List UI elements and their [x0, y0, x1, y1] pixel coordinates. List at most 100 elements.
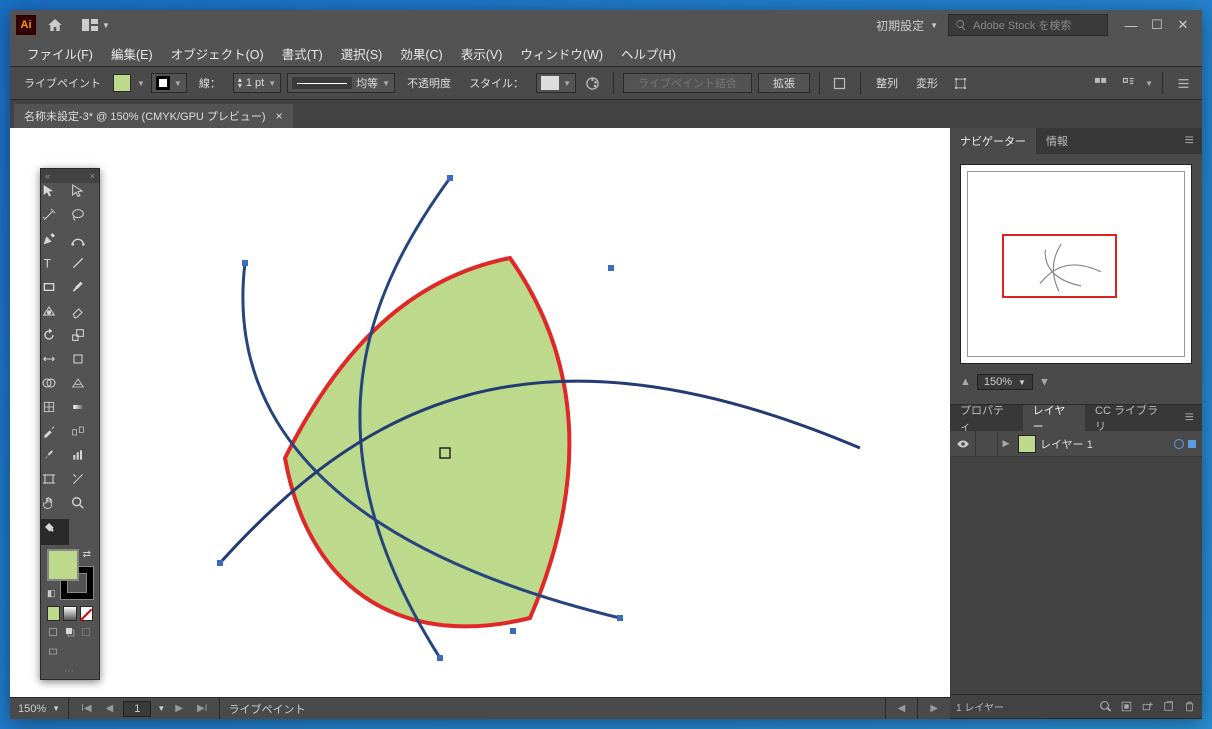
tab-info[interactable]: 情報: [1036, 128, 1078, 154]
expand-layer-icon[interactable]: ▶: [998, 438, 1014, 449]
mesh-tool[interactable]: [41, 399, 69, 423]
maximize-button[interactable]: ☐: [1144, 14, 1170, 36]
eyedropper-tool[interactable]: [41, 423, 69, 447]
align-label[interactable]: 整列: [870, 73, 904, 93]
screen-mode-icon[interactable]: [47, 646, 63, 662]
stroke-profile[interactable]: 均等▼: [287, 73, 395, 93]
document-tab[interactable]: 名称未設定-3* @ 150% (CMYK/GPU プレビュー) ×: [14, 104, 293, 128]
transform-label[interactable]: 変形: [910, 73, 944, 93]
fill-color[interactable]: [47, 549, 79, 581]
transform-icon[interactable]: [950, 72, 972, 94]
paintbrush-tool[interactable]: [70, 279, 98, 303]
draw-inside-icon[interactable]: [80, 626, 93, 642]
last-artboard-icon[interactable]: ▶I: [193, 703, 211, 714]
minimize-button[interactable]: —: [1118, 14, 1144, 36]
direct-selection-tool[interactable]: [70, 183, 98, 207]
new-sublayer-icon[interactable]: [1141, 700, 1154, 713]
stroke-swatch[interactable]: ▼: [151, 73, 187, 93]
shaper-tool[interactable]: [41, 303, 69, 327]
color-mode-gradient[interactable]: [63, 606, 76, 621]
selection-tool[interactable]: [41, 183, 69, 207]
magic-wand-tool[interactable]: [41, 207, 69, 231]
recolor-icon[interactable]: [582, 72, 604, 94]
live-paint-bucket-tool[interactable]: [41, 519, 69, 545]
navigator-menu-icon[interactable]: ≡: [1177, 132, 1202, 150]
stock-search[interactable]: Adobe Stock を検索: [948, 14, 1108, 36]
scroll-left-icon[interactable]: ◀: [894, 703, 910, 714]
merge-button[interactable]: ライブペイント結合: [623, 73, 752, 93]
scroll-right-icon[interactable]: ▶: [926, 703, 942, 714]
navigator-zoom[interactable]: 150%▼: [977, 374, 1033, 390]
isolate-icon[interactable]: [829, 72, 851, 94]
style-selector[interactable]: ▼: [536, 73, 576, 93]
canvas[interactable]: «× T: [10, 128, 950, 697]
color-mode-none[interactable]: [80, 606, 93, 621]
prev-artboard-icon[interactable]: ◀: [102, 703, 118, 714]
layer-row[interactable]: ▶ レイヤー 1: [950, 431, 1202, 457]
blend-tool[interactable]: [70, 423, 98, 447]
column-graph-tool[interactable]: [70, 447, 98, 471]
stroke-weight-input[interactable]: ▴▾1 pt▼: [233, 73, 281, 93]
gradient-tool[interactable]: [70, 399, 98, 423]
visibility-toggle-icon[interactable]: [950, 431, 976, 456]
tab-navigator[interactable]: ナビゲーター: [950, 128, 1036, 154]
close-button[interactable]: ✕: [1170, 14, 1196, 36]
eraser-tool[interactable]: [70, 303, 98, 327]
menu-object[interactable]: オブジェクト(O): [162, 40, 273, 67]
close-tab-icon[interactable]: ×: [276, 109, 283, 123]
navigator-thumbnail[interactable]: [960, 164, 1192, 364]
draw-behind-icon[interactable]: [64, 626, 77, 642]
rectangle-tool[interactable]: [41, 279, 69, 303]
draw-normal-icon[interactable]: [47, 626, 60, 642]
zoom-out-icon[interactable]: ▲: [960, 376, 971, 388]
swap-colors-icon[interactable]: ⇄: [83, 549, 91, 560]
layout-selector[interactable]: ▼: [82, 19, 110, 31]
width-tool[interactable]: [41, 351, 69, 375]
zoom-tool[interactable]: [70, 495, 98, 519]
menu-effect[interactable]: 効果(C): [391, 40, 451, 67]
menu-select[interactable]: 選択(S): [332, 40, 392, 67]
target-indicator-icon[interactable]: [1174, 439, 1184, 449]
home-icon[interactable]: [46, 16, 64, 34]
toolbox-close-icon[interactable]: ×: [90, 171, 95, 181]
tab-properties[interactable]: プロパティ: [950, 405, 1023, 431]
color-selector[interactable]: ⇄ ◧: [47, 549, 93, 599]
lasso-tool[interactable]: [70, 207, 98, 231]
artboard-tool[interactable]: [41, 471, 69, 495]
artboard-number[interactable]: 1: [123, 701, 151, 717]
snap-icon[interactable]: [1089, 72, 1111, 94]
menu-help[interactable]: ヘルプ(H): [612, 40, 685, 67]
tab-layers[interactable]: レイヤー: [1023, 405, 1085, 431]
locate-layer-icon[interactable]: [1099, 700, 1112, 713]
zoom-slider-icon[interactable]: [1056, 377, 1086, 387]
lock-toggle[interactable]: [976, 431, 998, 456]
scale-tool[interactable]: [70, 327, 98, 351]
default-colors-icon[interactable]: ◧: [47, 588, 56, 599]
perspective-tool[interactable]: [70, 375, 98, 399]
color-mode-solid[interactable]: [47, 606, 60, 621]
opacity-label[interactable]: 不透明度: [401, 73, 457, 93]
zoom-in-icon[interactable]: ▲: [1039, 376, 1050, 388]
align-pixel-icon[interactable]: [1117, 72, 1139, 94]
curvature-tool[interactable]: [70, 231, 98, 255]
zoom-selector[interactable]: 150%▼: [10, 698, 69, 719]
menu-type[interactable]: 書式(T): [273, 40, 332, 67]
clip-mask-icon[interactable]: [1120, 700, 1133, 713]
type-tool[interactable]: T: [41, 255, 69, 279]
menu-file[interactable]: ファイル(F): [18, 40, 102, 67]
toolbox-grip[interactable]: ⋯: [41, 664, 99, 679]
next-artboard-icon[interactable]: ▶: [171, 703, 187, 714]
layer-name[interactable]: レイヤー 1: [1040, 436, 1170, 452]
rotate-tool[interactable]: [41, 327, 69, 351]
panel-menu-icon[interactable]: [1172, 72, 1194, 94]
hand-tool[interactable]: [41, 495, 69, 519]
pen-tool[interactable]: [41, 231, 69, 255]
first-artboard-icon[interactable]: I◀: [77, 703, 95, 714]
shape-builder-tool[interactable]: [41, 375, 69, 399]
delete-layer-icon[interactable]: [1183, 700, 1196, 713]
tab-cc-libraries[interactable]: CC ライブラリ: [1085, 405, 1177, 431]
workspace-selector[interactable]: 初期設定▼: [876, 17, 938, 34]
slice-tool[interactable]: [70, 471, 98, 495]
menu-view[interactable]: 表示(V): [452, 40, 512, 67]
symbol-sprayer-tool[interactable]: [41, 447, 69, 471]
